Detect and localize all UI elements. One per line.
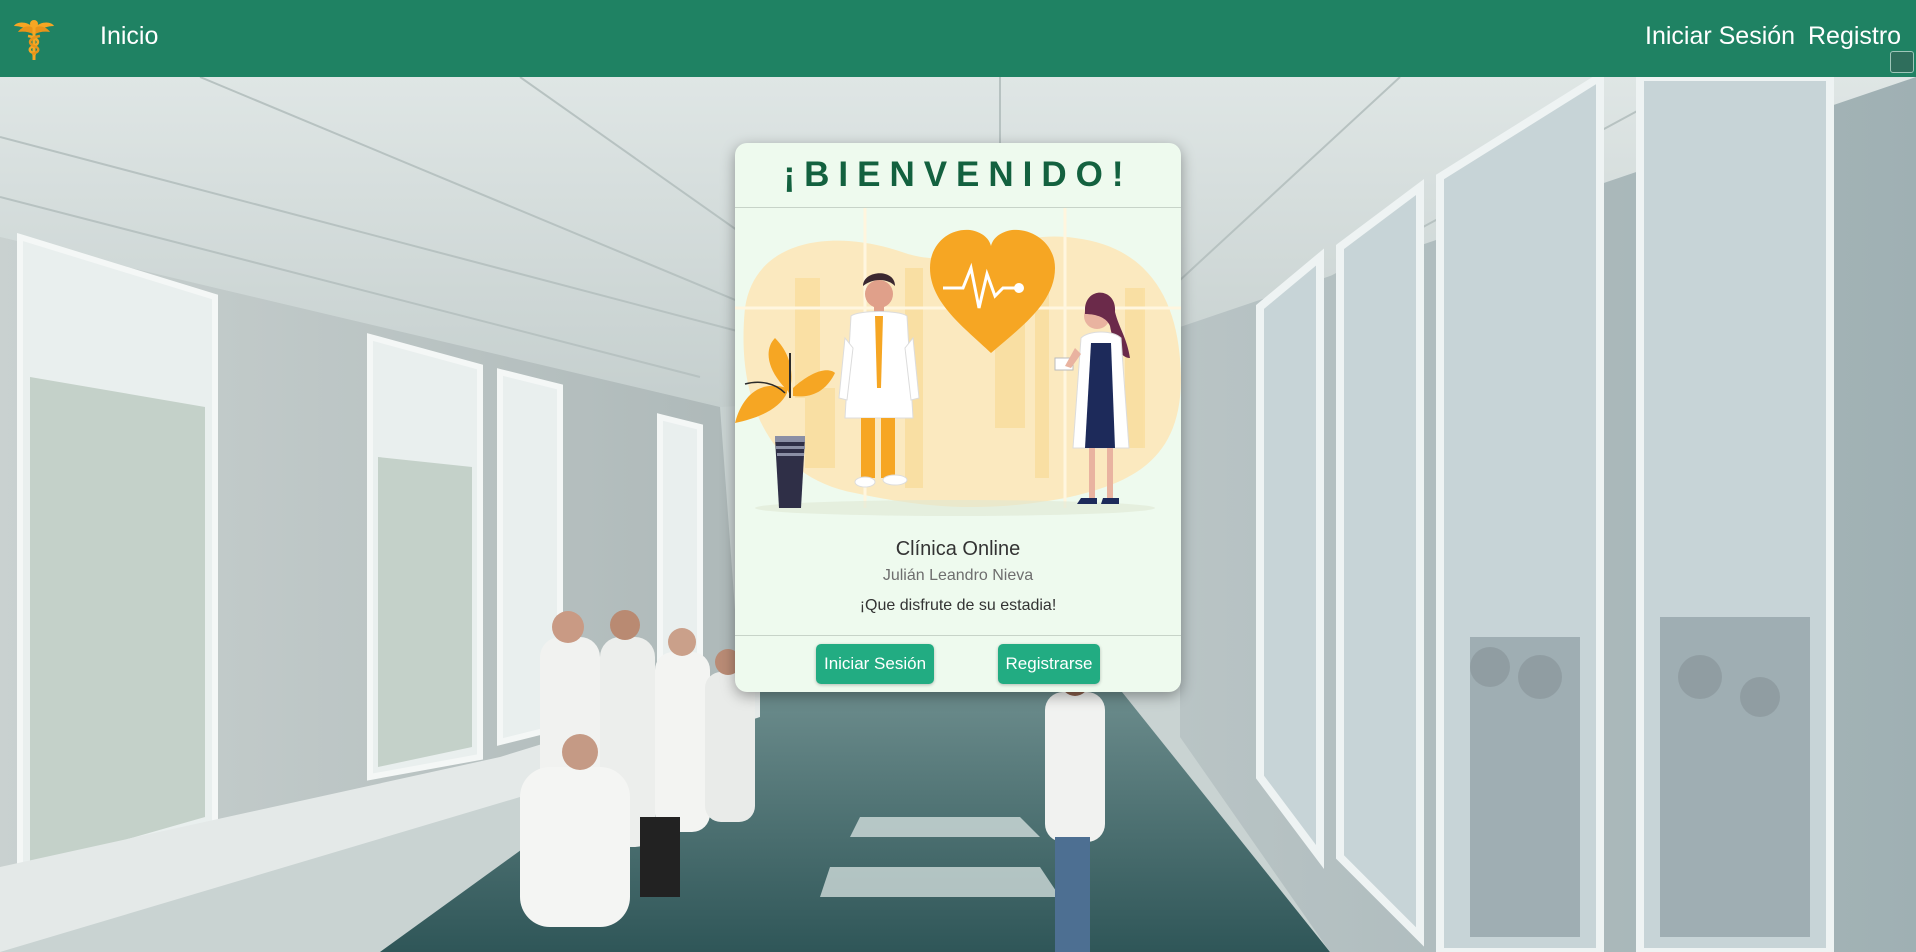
top-navbar: Inicio Iniciar Sesión Registro bbox=[0, 0, 1916, 77]
welcome-card: ¡BIENVENIDO! Clínica Online Julián Leand… bbox=[735, 143, 1181, 692]
author-name: Julián Leandro Nieva bbox=[882, 567, 1034, 584]
nav-link-register[interactable]: Registro bbox=[1808, 22, 1901, 51]
card-divider-bottom bbox=[735, 635, 1181, 636]
welcome-title: ¡BIENVENIDO! bbox=[783, 155, 1133, 194]
caduceus-icon[interactable] bbox=[14, 16, 54, 62]
welcome-message: ¡Que disfrute de su estadia! bbox=[859, 597, 1057, 614]
clinic-name: Clínica Online bbox=[895, 538, 1021, 560]
login-button[interactable]: Iniciar Sesión bbox=[816, 644, 934, 684]
nav-link-login[interactable]: Iniciar Sesión bbox=[1645, 22, 1795, 51]
nav-link-home[interactable]: Inicio bbox=[100, 22, 158, 51]
extension-icon[interactable] bbox=[1890, 51, 1914, 73]
register-button[interactable]: Registrarse bbox=[998, 644, 1100, 684]
